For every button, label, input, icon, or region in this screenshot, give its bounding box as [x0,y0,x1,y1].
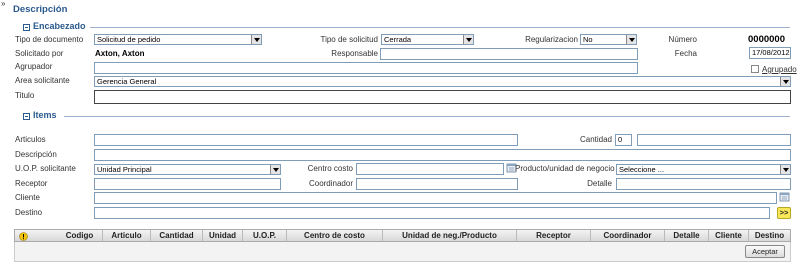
detalle-input[interactable] [616,178,791,190]
articulos-input[interactable] [94,134,518,146]
uop-solicitante-select[interactable]: Unidad Principal [94,164,281,175]
column-header[interactable]: Detalle [665,230,709,241]
column-header[interactable]: Destino [749,230,790,241]
unidad-input[interactable] [637,134,791,146]
destino-input[interactable] [94,207,770,219]
fecha-label: Fecha [674,49,697,58]
agrupado-label: Agrupado [762,65,797,74]
articulos-label: Articulos [15,135,46,144]
regularizacion-label: Regularizacion [525,35,578,44]
section-title-items: Items [33,110,57,120]
cantidad-input[interactable]: 0 [615,134,632,146]
chevron-down-icon[interactable] [780,165,790,174]
titulo-label: Titulo [15,91,35,100]
producto-unidad-select[interactable]: Seleccione ... [616,164,791,175]
warning-icon [19,232,28,241]
collapse-encabezado-icon[interactable] [23,24,30,31]
column-header[interactable]: Cliente [709,230,749,241]
chevron-down-icon[interactable] [270,165,280,174]
receptor-input[interactable] [94,178,281,190]
producto-unidad-label: Producto/unidad de negocio [515,164,615,173]
destino-label: Destino [15,208,43,217]
column-header[interactable]: Articulo [103,230,151,241]
descripcion-label: Descripción [15,150,57,159]
area-solicitante-label: Area solicitante [15,76,70,85]
solicitado-por-label: Solicitado por [15,49,64,58]
tipo-documento-label: Tipo de documento [15,35,84,44]
chevron-down-icon[interactable] [780,77,790,86]
titulo-input[interactable] [94,90,791,104]
tipo-documento-select[interactable]: Solicitud de pedido [94,34,262,45]
column-header[interactable]: Coordinador [591,230,665,241]
column-header[interactable]: Codigo [57,230,103,241]
grid-footer [14,242,791,262]
detalle-label: Detalle [587,179,612,188]
lookup-icon[interactable] [779,192,791,203]
collapse-items-icon[interactable] [23,113,30,120]
chevron-down-icon[interactable] [251,35,261,44]
page-title: Descripción [13,4,68,15]
add-item-button[interactable]: >> [777,207,791,219]
numero-label: Número [668,35,697,44]
responsable-label: Responsable [331,49,378,58]
column-header[interactable]: U.O.P. [243,230,287,241]
area-solicitante-select[interactable]: Gerencia General [94,76,791,87]
column-header[interactable]: Unidad de neg./Producto [383,230,517,241]
producto-unidad-value: Seleccione ... [619,165,665,174]
uop-solicitante-label: U.O.P. solicitante [15,164,76,173]
descripcion-input[interactable] [94,149,791,161]
coordinador-input[interactable] [356,178,518,190]
column-header[interactable]: Receptor [517,230,591,241]
column-header[interactable]: Centro de costo [287,230,383,241]
coordinador-label: Coordinador [308,179,353,188]
responsable-input[interactable] [380,48,638,60]
fecha-input[interactable]: 17/08/2012 [749,47,791,59]
solicitado-por-value: Axton, Axton [95,49,145,58]
section-title-encabezado: Encabezado [33,21,86,31]
receptor-label: Receptor [15,179,48,188]
cliente-input[interactable] [94,192,777,204]
tipo-solicitud-value: Cerrada [384,35,412,44]
collapse-panel-icon[interactable]: » [1,0,5,8]
section-divider [64,116,790,117]
tipo-solicitud-label: Tipo de solicitud [320,35,378,44]
tipo-solicitud-select[interactable]: Cerrada [381,34,474,45]
column-header[interactable]: Cantidad [151,230,203,241]
items-grid-header: Codigo Articulo Cantidad Unidad U.O.P. C… [14,229,791,242]
regularizacion-select[interactable]: No [580,34,637,45]
agrupador-label: Agrupador [15,62,53,71]
regularizacion-value: No [583,35,593,44]
centro-costo-label: Centro costo [307,164,353,173]
cliente-label: Cliente [15,193,40,202]
chevron-down-icon[interactable] [463,35,473,44]
uop-solicitante-value: Unidad Principal [97,165,152,174]
area-solicitante-value: Gerencia General [97,77,157,86]
centro-costo-input[interactable] [356,163,504,175]
numero-value: 0000000 [748,34,785,45]
chevron-down-icon[interactable] [626,35,636,44]
accept-button[interactable]: Aceptar [745,245,785,258]
agrupador-input[interactable] [94,62,638,74]
tipo-documento-value: Solicitud de pedido [97,35,161,44]
section-divider [90,27,790,28]
column-header[interactable]: Unidad [203,230,243,241]
cantidad-label: Cantidad [579,135,612,144]
agrupado-checkbox[interactable] [751,65,759,73]
